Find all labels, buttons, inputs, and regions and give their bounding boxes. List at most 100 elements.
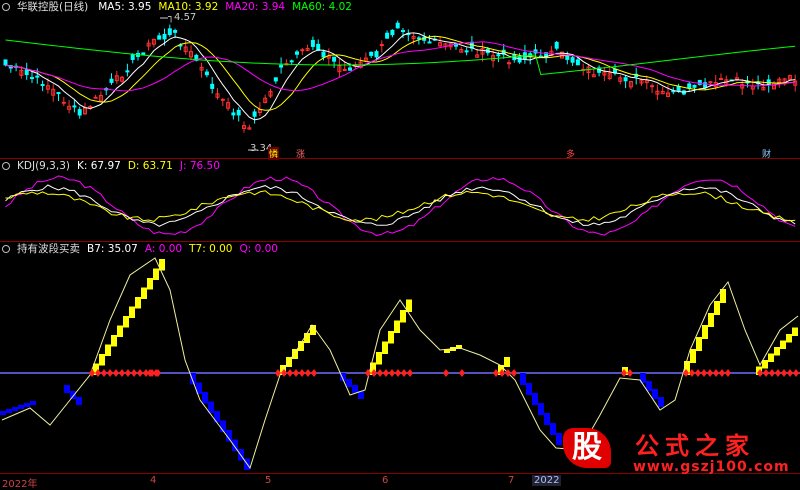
candle-body — [565, 55, 570, 60]
sell-signal-block — [24, 403, 30, 407]
candle-body — [374, 51, 379, 58]
ma10-line — [5, 35, 796, 111]
x-axis-label: 7 — [508, 475, 515, 486]
candle-body — [692, 84, 697, 88]
sell-signal-block — [76, 397, 82, 405]
sell-signal-block — [214, 411, 220, 423]
buy-signal-block — [382, 341, 388, 354]
candle-body — [575, 59, 580, 66]
signal-diamond-icon — [305, 369, 311, 377]
candle-body — [332, 56, 337, 62]
sell-signal-block — [520, 373, 526, 385]
signal-diamond-icon — [725, 369, 731, 377]
signal-diamond-icon — [377, 369, 383, 377]
signal-diamond-icon — [511, 369, 517, 377]
sell-signal-block — [12, 407, 18, 411]
candle-body — [379, 44, 384, 47]
watermark-url: www.gszj100.com — [633, 459, 790, 475]
signal-diamond-icon — [707, 369, 713, 377]
candle-body — [295, 51, 299, 55]
signal-diamond-icon — [287, 369, 293, 377]
high-price-label: ┐4.57 — [168, 12, 197, 23]
buy-signal-block — [99, 354, 105, 366]
candle-body — [173, 30, 178, 33]
candle-body — [236, 109, 241, 116]
candle-body — [719, 78, 723, 81]
x-axis-label: 2022年 — [2, 479, 38, 490]
signal-diamond-icon — [787, 369, 793, 377]
buy-signal-block — [117, 325, 123, 337]
candle-body — [321, 51, 326, 58]
candle-body — [56, 92, 61, 95]
buy-signal-block — [786, 334, 792, 343]
sell-signal-block — [0, 411, 6, 415]
signal-diamond-icon — [395, 369, 401, 377]
signal-diamond-icon — [401, 369, 407, 377]
signal-diamond-icon — [769, 369, 775, 377]
signal-diamond-icon — [125, 369, 131, 377]
chart-canvas — [0, 17, 800, 470]
buy-signal-block — [304, 333, 310, 343]
event-mark[interactable]: 涨 — [296, 147, 305, 160]
candle-body — [30, 77, 34, 80]
signal-diamond-icon — [383, 369, 389, 377]
candle-body — [676, 86, 681, 92]
candle-body — [157, 35, 162, 40]
buy-signal-block — [388, 331, 394, 344]
signal-diamond-icon — [719, 369, 725, 377]
signal-diamond-icon — [793, 369, 799, 377]
event-mark[interactable]: 多 — [566, 147, 575, 160]
buy-signal-block — [292, 349, 298, 359]
candle-body — [167, 28, 172, 35]
event-mark[interactable]: 憐 — [268, 147, 280, 160]
candle-body — [348, 67, 352, 71]
candle-body — [650, 85, 655, 88]
buy-signal-block — [792, 327, 798, 336]
signal-diamond-icon — [763, 369, 769, 377]
sell-signal-block — [346, 379, 352, 387]
buy-signal-block — [696, 337, 702, 351]
candle-body — [708, 81, 713, 84]
sell-signal-block — [538, 403, 544, 415]
signal-diamond-icon — [137, 369, 143, 377]
candle-body — [35, 75, 40, 78]
buy-signal-block — [129, 306, 135, 318]
candle-body — [125, 70, 130, 73]
buy-signal-block — [714, 301, 720, 315]
signal-diamond-icon — [101, 369, 107, 377]
candle-body — [623, 77, 628, 82]
candle-body — [273, 77, 278, 82]
candle-body — [570, 57, 575, 63]
candle-body — [390, 29, 395, 36]
signal-diamond-icon — [113, 369, 119, 377]
event-mark[interactable]: 财 — [762, 147, 771, 160]
candle-body — [427, 41, 432, 44]
sell-signal-block — [352, 385, 358, 393]
sell-signal-block — [202, 392, 208, 404]
candle-body — [401, 30, 405, 33]
kdj-d-line — [5, 190, 796, 223]
signal-diamond-icon — [701, 369, 707, 377]
ma60-line — [5, 39, 796, 75]
signal-diamond-icon — [775, 369, 781, 377]
sell-signal-block — [544, 413, 550, 425]
buy-signal-block — [376, 352, 382, 365]
buy-signal-block — [153, 268, 159, 280]
buy-signal-block — [400, 310, 406, 323]
candle-body — [395, 22, 400, 29]
signal-diamond-icon — [299, 369, 305, 377]
candle-body — [252, 111, 257, 117]
candle-body — [369, 51, 374, 56]
kdj-j-line — [5, 175, 796, 237]
candle-body — [130, 53, 135, 60]
buy-signal-block — [702, 325, 708, 339]
candle-body — [464, 50, 469, 53]
candle-body — [496, 54, 501, 57]
sell-signal-block — [658, 397, 664, 407]
signal-diamond-icon — [119, 369, 125, 377]
x-axis-label: 6 — [382, 475, 389, 486]
buy-signal-block — [774, 347, 780, 356]
candle-body — [385, 32, 390, 39]
sell-signal-block — [532, 393, 538, 405]
candle-body — [109, 78, 114, 83]
